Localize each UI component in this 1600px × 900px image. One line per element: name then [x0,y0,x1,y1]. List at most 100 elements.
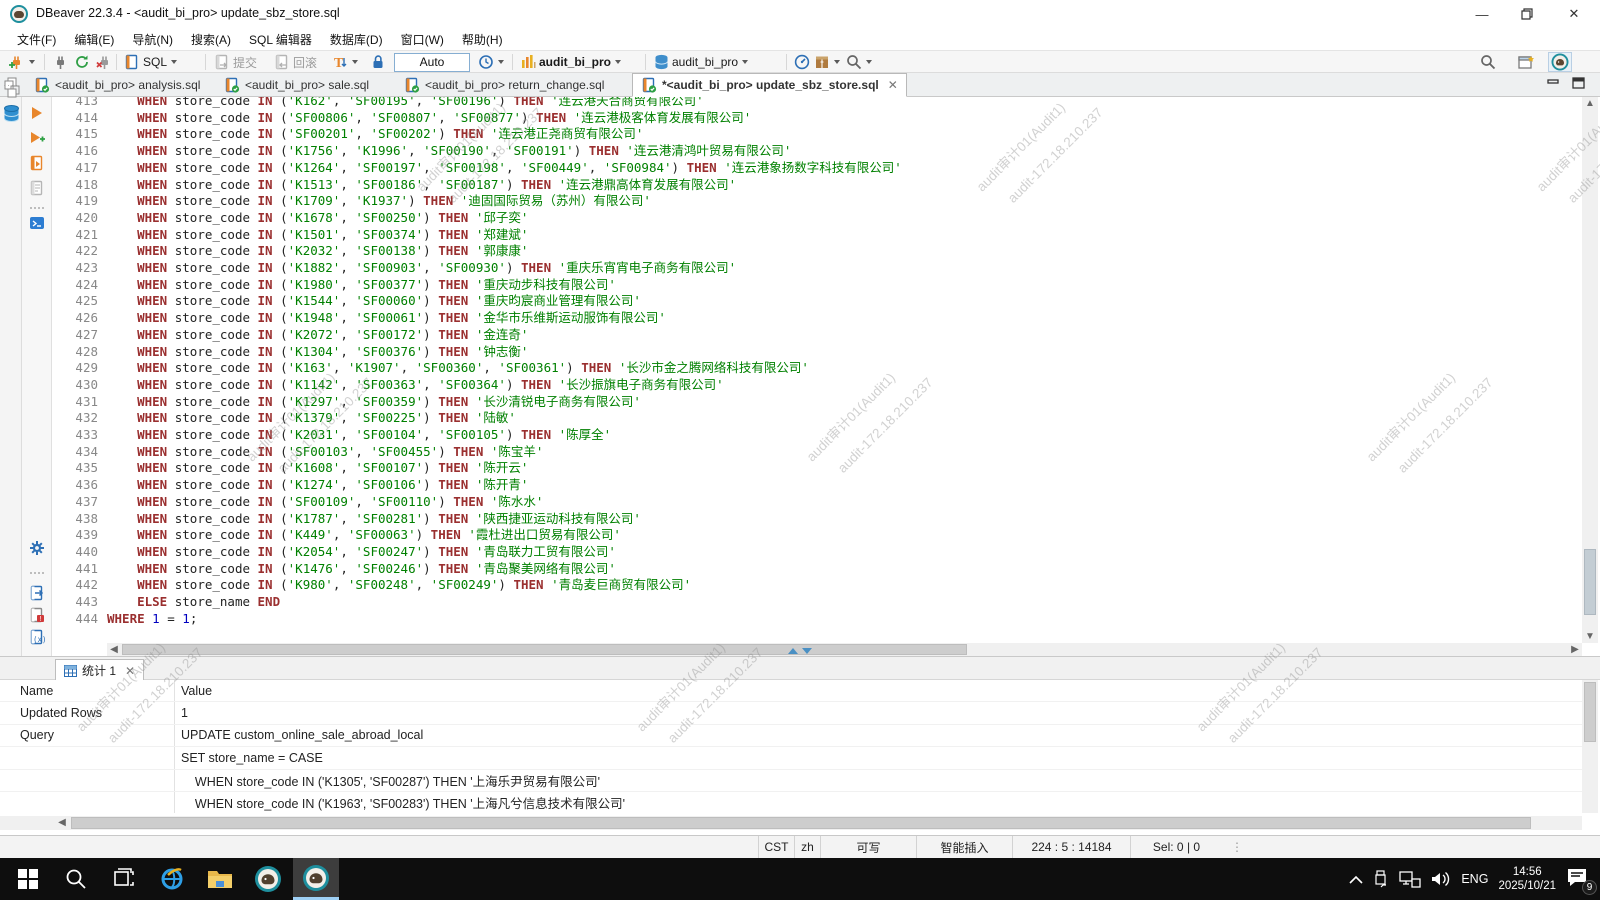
restore-button[interactable] [1505,0,1549,28]
result-row-3[interactable]: WHEN store_code IN ('K1305', 'SF00287') … [0,770,1582,792]
dropdown-caret-icon[interactable] [498,60,504,64]
status-segment-1[interactable]: zh [794,836,820,858]
speaker-icon[interactable] [1431,871,1451,887]
status-segment-3[interactable]: 智能插入 [916,836,1012,858]
editor-hscrollbar[interactable]: ◀ ▶ [107,643,1582,656]
dbeaver-taskbar-button-active[interactable] [293,858,339,900]
column-header-value[interactable]: Value [175,684,212,698]
taskbar-clock[interactable]: 14:56 2025/10/21 [1498,865,1556,893]
status-segment-4[interactable]: 224 : 5 : 14184 [1012,836,1130,858]
schema-selector[interactable]: audit_bi_pro [652,52,750,72]
hscroll-thumb[interactable] [122,644,967,655]
editor-vscrollbar[interactable]: ▲ ▼ [1582,97,1598,643]
menu-item-0[interactable]: 文件(F) [8,28,65,51]
tab-close-icon[interactable]: ✕ [888,78,898,92]
res-scroll-left-icon[interactable]: ◀ [55,816,69,830]
editor-tab-1[interactable]: <audit_bi_pro> analysis.sql [26,73,208,97]
results-hscrollbar[interactable]: ◀ [0,816,1582,830]
dropdown-caret-icon[interactable] [171,60,177,64]
start-button[interactable] [5,858,51,900]
file-explorer-button[interactable] [197,858,243,900]
result-row-1[interactable]: QueryUPDATE custom_online_sale_abroad_lo… [0,725,1582,747]
rollback-button[interactable]: 回滚 [272,52,319,72]
connect-button[interactable] [50,52,70,72]
scroll-up-icon[interactable]: ▲ [1582,97,1598,110]
commit-button[interactable]: 提交 [212,52,259,72]
vscroll-thumb[interactable] [1584,549,1596,615]
sql-editor-button[interactable]: SQL [122,52,179,72]
sash-up-icon[interactable] [788,648,798,654]
menu-item-2[interactable]: 导航(N) [123,28,182,51]
res-vscroll-thumb[interactable] [1584,682,1596,742]
internet-explorer-button[interactable] [149,858,195,900]
menu-item-4[interactable]: SQL 编辑器 [240,28,321,51]
dropdown-caret-icon[interactable] [615,60,621,64]
menu-item-3[interactable]: 搜索(A) [182,28,240,51]
quick-search-button[interactable] [1478,52,1498,72]
result-row-0[interactable]: Updated Rows1 [0,702,1582,724]
scroll-right-icon[interactable]: ▶ [1568,643,1582,656]
execution-timeout-button[interactable] [476,52,506,72]
minimize-panel-icon[interactable] [1547,79,1560,90]
dropdown-caret-icon[interactable] [742,60,748,64]
results-vscrollbar[interactable] [1582,680,1598,813]
execute-new-tab-icon[interactable] [29,130,46,146]
task-view-button[interactable] [101,858,147,900]
search-button[interactable] [844,52,874,72]
sash-down-icon[interactable] [802,648,812,654]
commit-mode-combo[interactable]: Auto [392,52,472,72]
editor-tab-4[interactable]: *<audit_bi_pro> update_sbz_store.sql✕ [632,73,907,97]
disconnect-button[interactable] [94,52,114,72]
tray-expand-icon[interactable] [1349,875,1363,884]
transaction-log-button[interactable]: T [330,52,360,72]
connection-selector[interactable]: audit_bi_pro [518,52,623,72]
close-button[interactable]: ✕ [1552,0,1596,28]
maximize-panel-icon[interactable] [1572,77,1586,90]
editor-tab-2[interactable]: <audit_bi_pro> sale.sql [216,73,377,97]
tab-statistics[interactable]: 统计 1 ✕ [55,659,144,681]
result-row-2[interactable]: SET store_name = CASE [0,747,1582,769]
usb-icon[interactable] [1373,870,1389,888]
status-segment-0[interactable]: CST [758,836,794,858]
menu-item-7[interactable]: 帮助(H) [453,28,512,51]
results-tab-close-icon[interactable]: ✕ [125,664,135,678]
auto-commit-combo[interactable]: Auto [394,53,470,72]
invalidate-connection-button[interactable] [72,52,92,72]
status-segment-2[interactable]: 可写 [820,836,916,858]
dropdown-caret-icon[interactable] [834,60,840,64]
deploy-button[interactable] [812,52,842,72]
explain-plan-icon[interactable] [29,180,46,196]
execute-statement-icon[interactable] [29,105,46,121]
execute-script-icon[interactable] [29,155,46,171]
sash-controls[interactable] [788,648,812,654]
export-result-icon[interactable] [29,585,46,601]
result-row-4[interactable]: WHEN store_code IN ('K1963', 'SF00283') … [0,792,1582,813]
perspective-button[interactable] [1516,52,1537,72]
menu-item-6[interactable]: 窗口(W) [392,28,453,51]
column-header-name[interactable]: Name [0,680,175,701]
restore-view-icon[interactable] [7,85,20,98]
input-language[interactable]: ENG [1461,872,1488,886]
terminal-icon[interactable] [29,215,46,231]
network-icon[interactable] [1399,871,1421,888]
menu-item-1[interactable]: 编辑(E) [65,28,123,51]
res-hscroll-thumb[interactable] [71,817,1531,829]
dbeaver-perspective-button[interactable] [1548,52,1572,72]
minimize-button[interactable]: — [1460,0,1504,28]
variables-icon[interactable]: (x) [29,629,46,645]
status-more-dots[interactable]: ⋮ [1230,836,1244,858]
menu-item-5[interactable]: 数据库(D) [321,28,392,51]
dropdown-caret-icon[interactable] [352,60,358,64]
dropdown-caret-icon[interactable] [866,60,872,64]
dbeaver-taskbar-button[interactable] [245,858,291,900]
dashboard-button[interactable] [792,52,812,72]
notification-center[interactable]: 9 [1566,867,1592,891]
database-navigator-icon[interactable] [3,105,20,124]
dropdown-caret-icon[interactable] [29,60,35,64]
status-segment-5[interactable]: Sel: 0 | 0 [1130,836,1222,858]
scroll-down-icon[interactable]: ▼ [1582,630,1598,643]
new-connection-button[interactable] [6,52,37,72]
lock-button[interactable] [368,52,388,72]
sql-editor[interactable]: WHEN store_code IN ('K162', 'SF00195', '… [107,97,1582,643]
editor-tab-3[interactable]: <audit_bi_pro> return_change.sql [396,73,612,97]
